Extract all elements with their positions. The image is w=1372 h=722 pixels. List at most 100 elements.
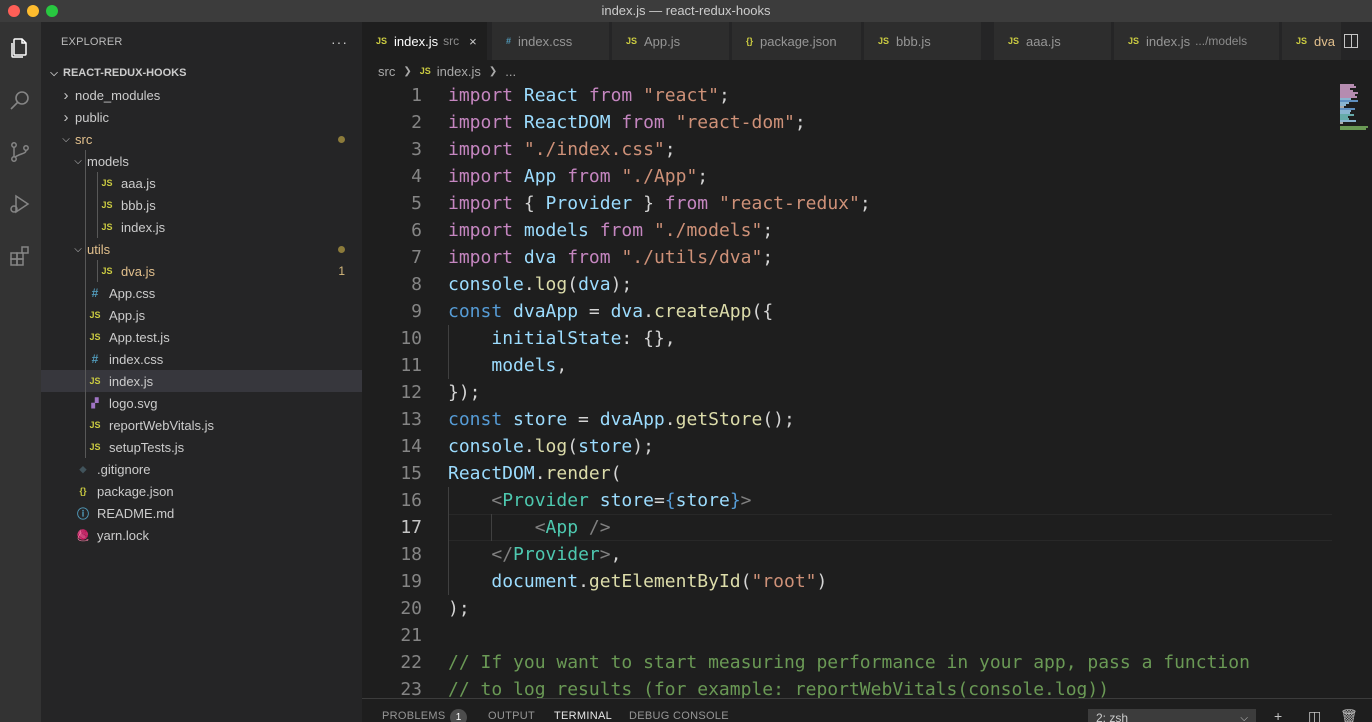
tree-item-public[interactable]: › public [41, 106, 362, 128]
js-file-icon: JS [101, 178, 113, 188]
code-line: 18 </Provider>, [362, 541, 1337, 568]
search-icon[interactable] [4, 84, 36, 116]
tree-item-app-js[interactable]: JS App.js [41, 304, 362, 326]
code-text: import ReactDOM from "react-dom"; [448, 112, 806, 133]
code-text: }); [448, 382, 481, 403]
tree-item-label: .gitignore [97, 461, 151, 477]
split-terminal-icon[interactable]: ◫ [1308, 708, 1321, 722]
tree-item-index-js[interactable]: JS index.js [41, 216, 362, 238]
chevron-right-icon: ❯ [403, 65, 412, 77]
source-control-icon[interactable] [4, 136, 36, 168]
tab-output[interactable]: OUTPUT [488, 710, 535, 722]
new-terminal-icon[interactable]: + [1274, 708, 1282, 722]
tree-item-package-json[interactable]: {} package.json [41, 480, 362, 502]
code-editor[interactable]: 1 import React from "react"; 2 import React… [362, 82, 1337, 698]
tab-debug-console[interactable]: DEBUG CONSOLE [629, 710, 729, 722]
js-file-icon: JS [89, 332, 101, 342]
code-line: 9 const dvaApp = dva.createApp({ [362, 298, 1337, 325]
run-debug-icon[interactable] [4, 188, 36, 220]
tree-item-setuptests-js[interactable]: JS setupTests.js [41, 436, 362, 458]
tab-index-js-models[interactable]: JS index.js .../models [1114, 22, 1280, 60]
code-text: import dva from "./utils/dva"; [448, 247, 774, 268]
tab-bbb-js[interactable]: JS bbb.js [864, 22, 982, 60]
code-text: import React from "react"; [448, 85, 730, 106]
indent-guide [97, 172, 98, 194]
tab-aaa-js[interactable]: JS aaa.js [994, 22, 1112, 60]
tab-dva-js[interactable]: JS dva [1282, 22, 1342, 60]
tab-label: dva [1314, 33, 1335, 49]
tab-terminal[interactable]: TERMINAL [554, 710, 612, 722]
tree-item-bbb-js[interactable]: JS bbb.js [41, 194, 362, 216]
code-text: import { Provider } from "react-redux"; [448, 193, 871, 214]
explorer-header: EXPLORER ··· [41, 22, 362, 62]
yarn-icon: 🧶 [76, 529, 90, 542]
js-file-icon: JS [89, 420, 101, 430]
tree-item-yarn-lock[interactable]: 🧶 yarn.lock [41, 524, 362, 546]
line-number: 15 [400, 463, 422, 484]
code-line: 22 // If you want to start measuring perf… [362, 649, 1337, 676]
tree-item-label: index.css [109, 351, 164, 367]
breadcrumb-folder[interactable]: src [378, 64, 395, 79]
tab-package-json[interactable]: {} package.json [732, 22, 862, 60]
css-file-icon: # [506, 36, 512, 46]
js-file-icon: JS [1128, 36, 1140, 46]
tree-item-logo-svg[interactable]: ▞ logo.svg [41, 392, 362, 414]
chevron-down-icon: ⌵ [74, 155, 82, 167]
line-number: 2 [411, 112, 422, 133]
tree-item-dva-js[interactable]: JS dva.js 1 [41, 260, 362, 282]
indent-guide [85, 216, 86, 238]
terminal-select[interactable]: 2: zsh ⌵ [1088, 709, 1256, 722]
tree-item-index-css[interactable]: # index.css [41, 348, 362, 370]
chevron-down-icon: ⌵ [1240, 712, 1248, 722]
indent-guide [97, 194, 98, 216]
more-actions-button[interactable]: ··· [331, 34, 348, 50]
tree-item-readme-md[interactable]: ⓘ README.md [41, 502, 362, 524]
minimap[interactable] [1337, 82, 1372, 698]
terminal-select-value: 2: zsh [1096, 711, 1129, 722]
tab-app-js[interactable]: JS App.js [612, 22, 730, 60]
line-number: 21 [400, 625, 422, 646]
minimap-line [1340, 122, 1343, 124]
js-file-icon: JS [1296, 36, 1308, 46]
indent-guide [85, 238, 86, 260]
info-icon: ⓘ [76, 506, 89, 521]
code-line: 8 console.log(dva); [362, 271, 1337, 298]
tree-item-models[interactable]: ⌵ models [41, 150, 362, 172]
indent-guide [85, 348, 86, 370]
line-number: 22 [400, 652, 422, 673]
tree-item-src[interactable]: ⌵ src [41, 128, 362, 150]
tab-index-css[interactable]: # index.css [492, 22, 610, 60]
code-text: // If you want to start measuring perfor… [448, 652, 1250, 673]
tree-item-app-test-js[interactable]: JS App.test.js [41, 326, 362, 348]
tab-index-js-src[interactable]: JS index.js src × [362, 22, 488, 60]
tree-item-utils[interactable]: ⌵ utils [41, 238, 362, 260]
tree-item-node-modules[interactable]: › node_modules [41, 84, 362, 106]
project-root[interactable]: ⌵ REACT-REDUX-HOOKS [41, 62, 362, 84]
tab-problems[interactable]: PROBLEMS [382, 710, 446, 722]
tree-item-index-js[interactable]: JS index.js [41, 370, 362, 392]
code-line: 21 [362, 622, 1337, 649]
tab-label: App.js [644, 33, 681, 49]
line-number: 11 [400, 355, 422, 376]
json-file-icon: {} [746, 36, 754, 46]
extensions-icon[interactable] [4, 240, 36, 272]
line-number: 8 [411, 274, 422, 295]
code-text: document.getElementById("root") [491, 571, 828, 592]
tab-description: .../models [1195, 34, 1248, 48]
close-icon[interactable]: × [469, 34, 477, 49]
project-root-label: REACT-REDUX-HOOKS [63, 67, 187, 79]
trash-icon[interactable]: 🗑 [1340, 708, 1358, 722]
tree-item-reportwebvitals-js[interactable]: JS reportWebVitals.js [41, 414, 362, 436]
tab-label: aaa.js [1026, 33, 1061, 49]
code-line: 23 // to log results (for example: report… [362, 676, 1337, 698]
title-bar: index.js — react-redux-hooks [0, 0, 1372, 22]
split-editor-icon[interactable] [1344, 34, 1358, 48]
indent-guide [85, 282, 86, 304]
breadcrumb-file[interactable]: index.js [437, 64, 481, 79]
line-number: 14 [400, 436, 422, 457]
tree-item-aaa-js[interactable]: JS aaa.js [41, 172, 362, 194]
explorer-icon[interactable] [4, 32, 36, 64]
tree-item--gitignore[interactable]: ◆ .gitignore [41, 458, 362, 480]
tree-item-app-css[interactable]: # App.css [41, 282, 362, 304]
breadcrumb-more[interactable]: ... [505, 64, 516, 79]
